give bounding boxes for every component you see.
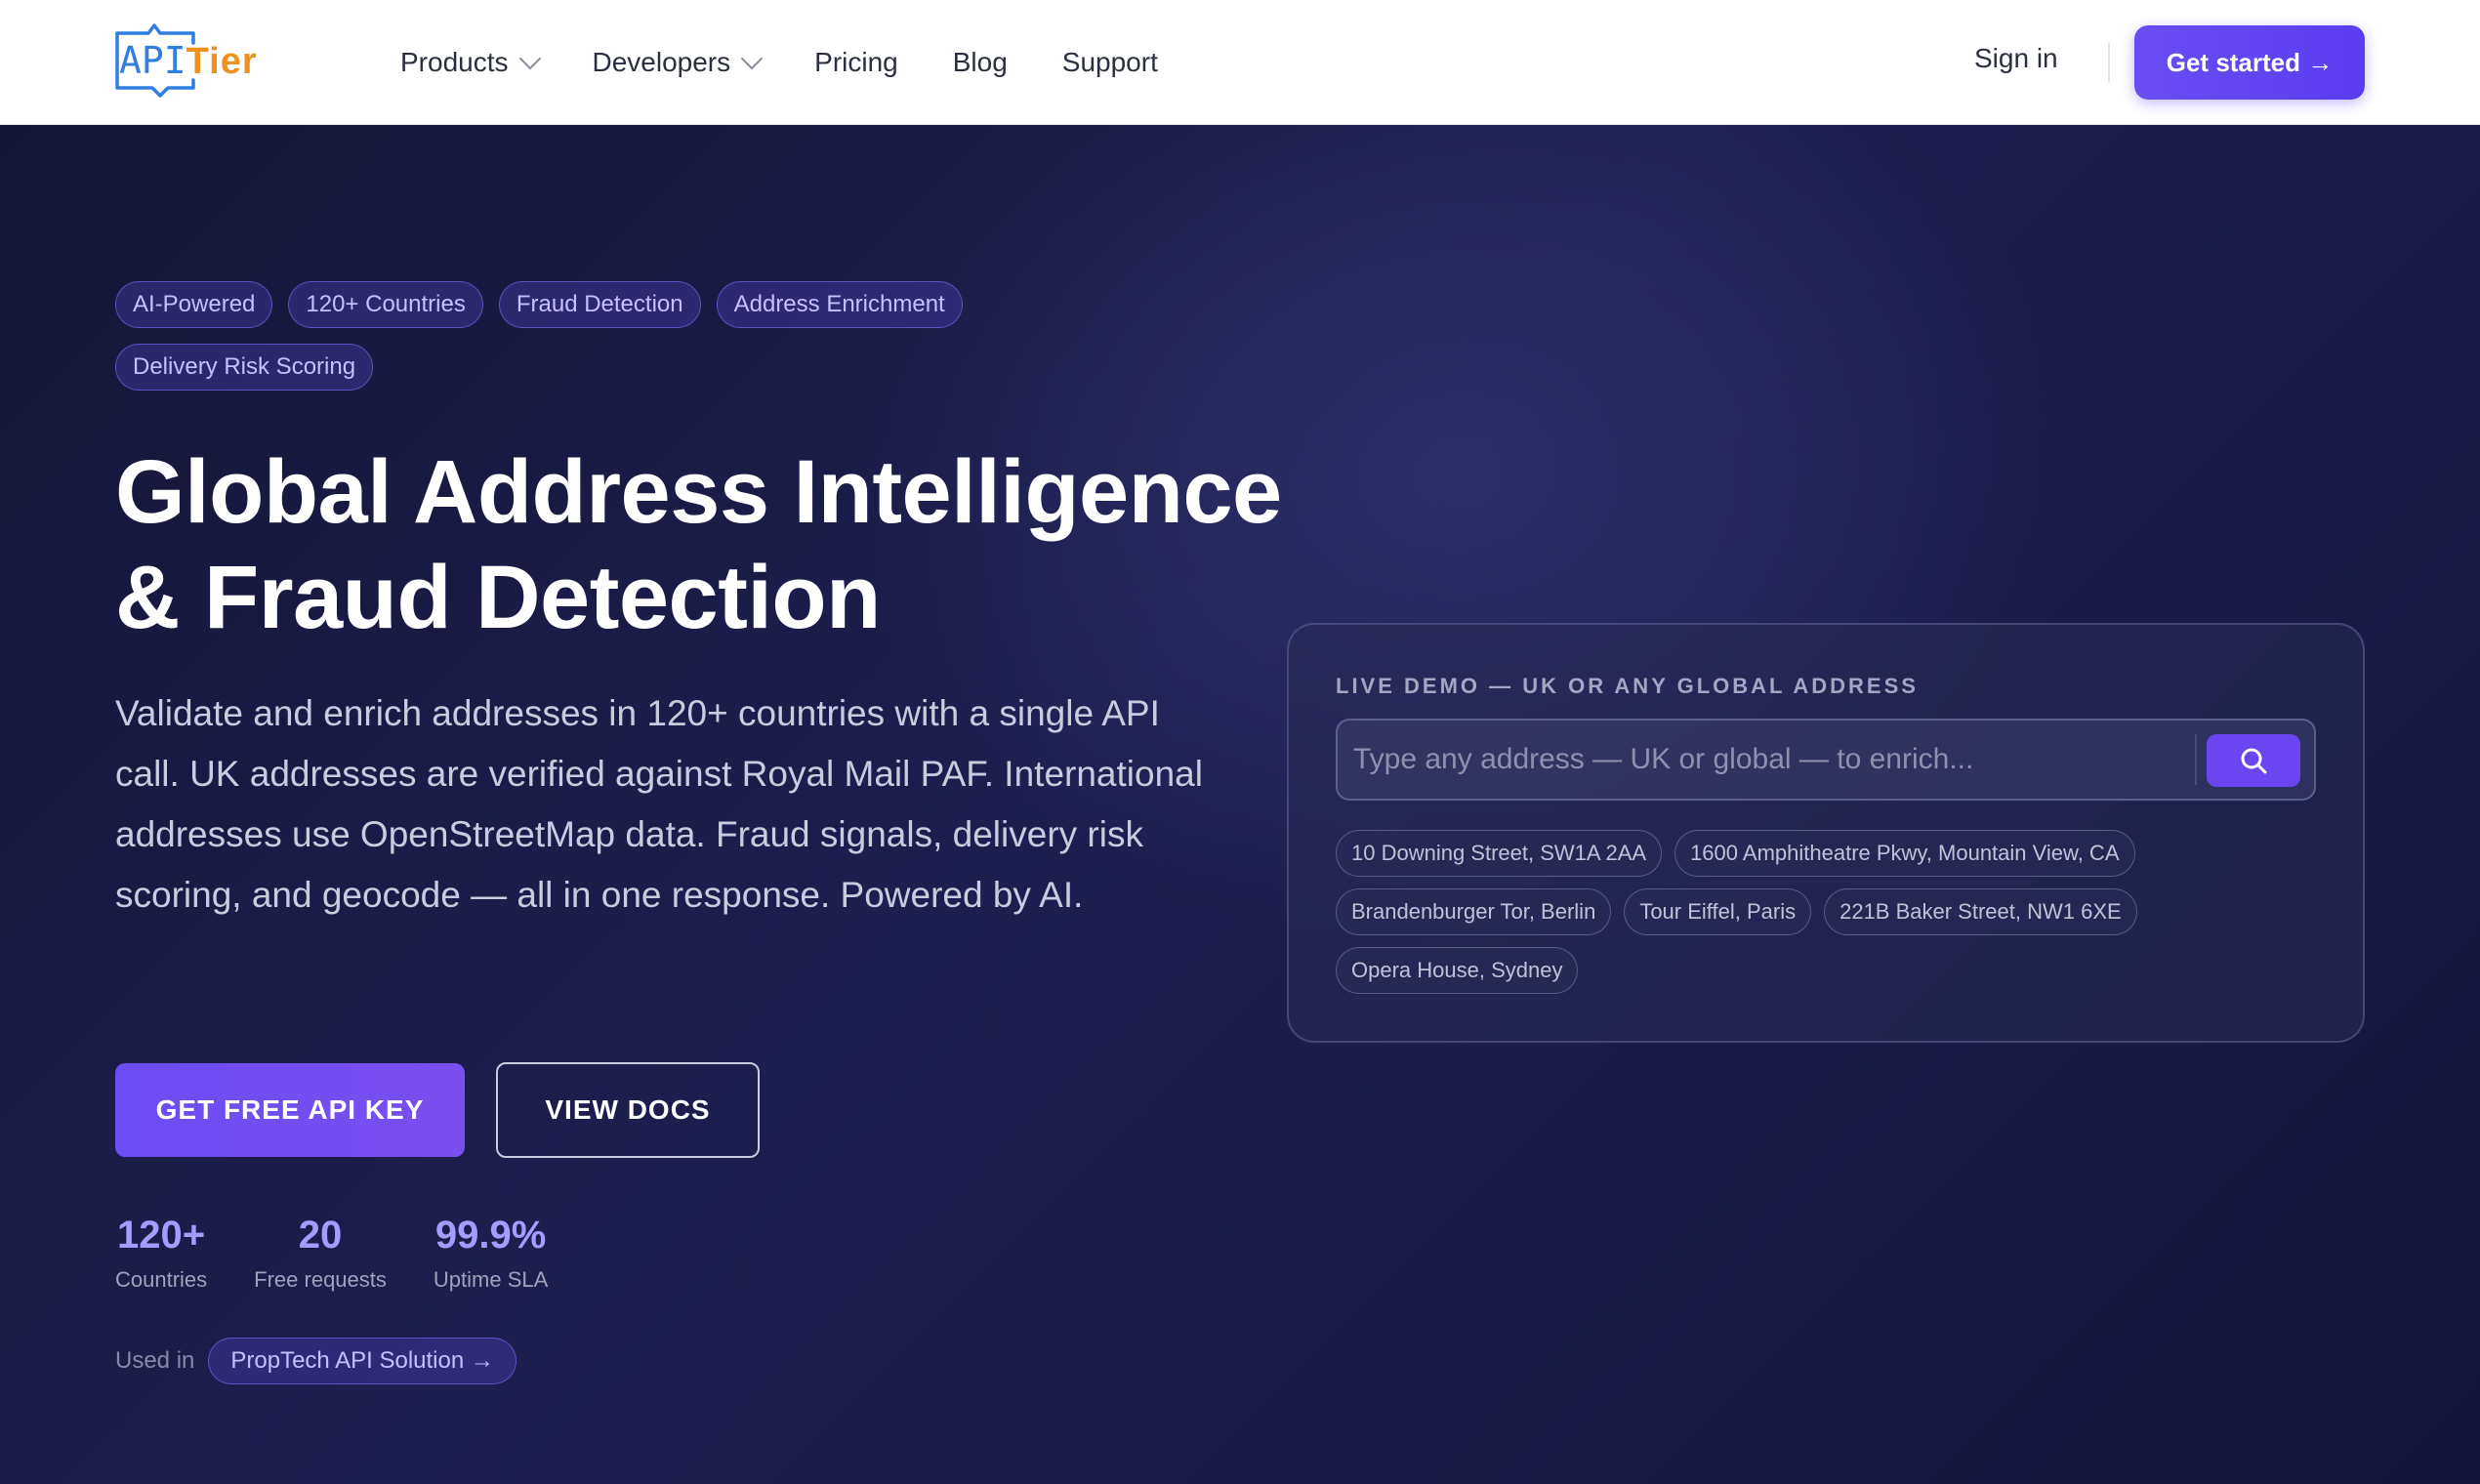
nav-developers[interactable]: Developers — [592, 47, 764, 78]
tag-ai-powered: AI-Powered — [115, 281, 273, 328]
chevron-down-icon — [518, 47, 541, 70]
stat-label: Free requests — [254, 1267, 387, 1292]
example-address-chip[interactable]: 221B Baker Street, NW1 6XE — [1824, 888, 2137, 935]
address-search-input[interactable] — [1353, 721, 2193, 799]
get-free-api-key-button[interactable]: GET FREE API KEY — [115, 1063, 465, 1157]
used-in-row: Used in PropTech API Solution → — [115, 1338, 517, 1384]
chevron-down-icon — [740, 47, 764, 70]
apitier-logo[interactable]: APITier — [111, 20, 268, 102]
hero-section: AI-Powered 120+ Countries Fraud Detectio… — [0, 125, 2480, 1484]
example-address-chip[interactable]: Opera House, Sydney — [1336, 947, 1579, 994]
search-divider — [2195, 734, 2197, 785]
top-navigation-bar: APITier Products Developers Pricing Blog… — [0, 0, 2480, 125]
nav-pricing-label: Pricing — [814, 47, 898, 77]
address-search-box — [1336, 719, 2316, 801]
proptech-solution-link[interactable]: PropTech API Solution → — [208, 1338, 517, 1384]
logo-wordmark: APITier — [119, 39, 258, 83]
nav-support[interactable]: Support — [1062, 47, 1158, 78]
live-demo-label: LIVE DEMO — UK OR ANY GLOBAL ADDRESS — [1336, 674, 1919, 698]
nav-blog-label: Blog — [952, 47, 1008, 77]
nav-blog[interactable]: Blog — [953, 47, 1008, 78]
hero-title: Global Address Intelligence & Fraud Dete… — [115, 439, 1287, 650]
stat-value: 99.9% — [434, 1214, 547, 1257]
tag-address-enrichment: Address Enrichment — [716, 281, 963, 328]
header-divider — [2108, 43, 2110, 82]
used-in-label: Used in — [115, 1347, 195, 1374]
logo-text-api: API — [119, 39, 186, 82]
nav-products[interactable]: Products — [400, 47, 541, 78]
nav-products-label: Products — [400, 47, 509, 77]
sign-in-link[interactable]: Sign in — [1974, 43, 2058, 74]
stat-value: 120+ — [117, 1214, 206, 1257]
nav-developers-label: Developers — [592, 47, 731, 77]
hero-title-line-2: & Fraud Detection — [115, 548, 881, 647]
stat-free-requests: 20 Free requests — [254, 1211, 387, 1293]
example-address-chip[interactable]: Tour Eiffel, Paris — [1624, 888, 1812, 935]
example-address-chip[interactable]: Brandenburger Tor, Berlin — [1336, 888, 1612, 935]
example-address-chip[interactable]: 1600 Amphitheatre Pkwy, Mountain View, C… — [1674, 830, 2135, 877]
search-button[interactable] — [2207, 734, 2300, 787]
tag-countries: 120+ Countries — [288, 281, 483, 328]
live-demo-card: LIVE DEMO — UK OR ANY GLOBAL ADDRESS 10 … — [1287, 623, 2365, 1043]
example-addresses: 10 Downing Street, SW1A 2AA 1600 Amphith… — [1336, 830, 2332, 1006]
stat-uptime: 99.9% Uptime SLA — [434, 1211, 548, 1293]
feature-tags: AI-Powered 120+ Countries Fraud Detectio… — [115, 281, 1092, 406]
hero-title-line-1: Global Address Intelligence — [115, 442, 1282, 542]
stat-value: 20 — [298, 1214, 343, 1257]
logo-text-tier: Tier — [186, 41, 258, 82]
nav-pricing[interactable]: Pricing — [814, 47, 898, 78]
search-icon — [2241, 748, 2267, 774]
view-docs-button[interactable]: VIEW DOCS — [496, 1062, 760, 1158]
stat-countries: 120+ Countries — [115, 1211, 207, 1293]
main-nav: Products Developers Pricing Blog Support — [400, 0, 1213, 125]
stat-label: Uptime SLA — [433, 1267, 549, 1292]
nav-support-label: Support — [1061, 47, 1158, 77]
hero-subtitle: Validate and enrich addresses in 120+ co… — [115, 693, 1203, 915]
get-started-button[interactable]: Get started → — [2134, 25, 2365, 100]
example-address-chip[interactable]: 10 Downing Street, SW1A 2AA — [1336, 830, 1663, 877]
tag-fraud-detection: Fraud Detection — [498, 281, 701, 328]
stat-label: Countries — [115, 1267, 208, 1292]
hero-stats: 120+ Countries 20 Free requests 99.9% Up… — [115, 1211, 595, 1293]
tag-delivery-risk-scoring: Delivery Risk Scoring — [115, 344, 374, 391]
